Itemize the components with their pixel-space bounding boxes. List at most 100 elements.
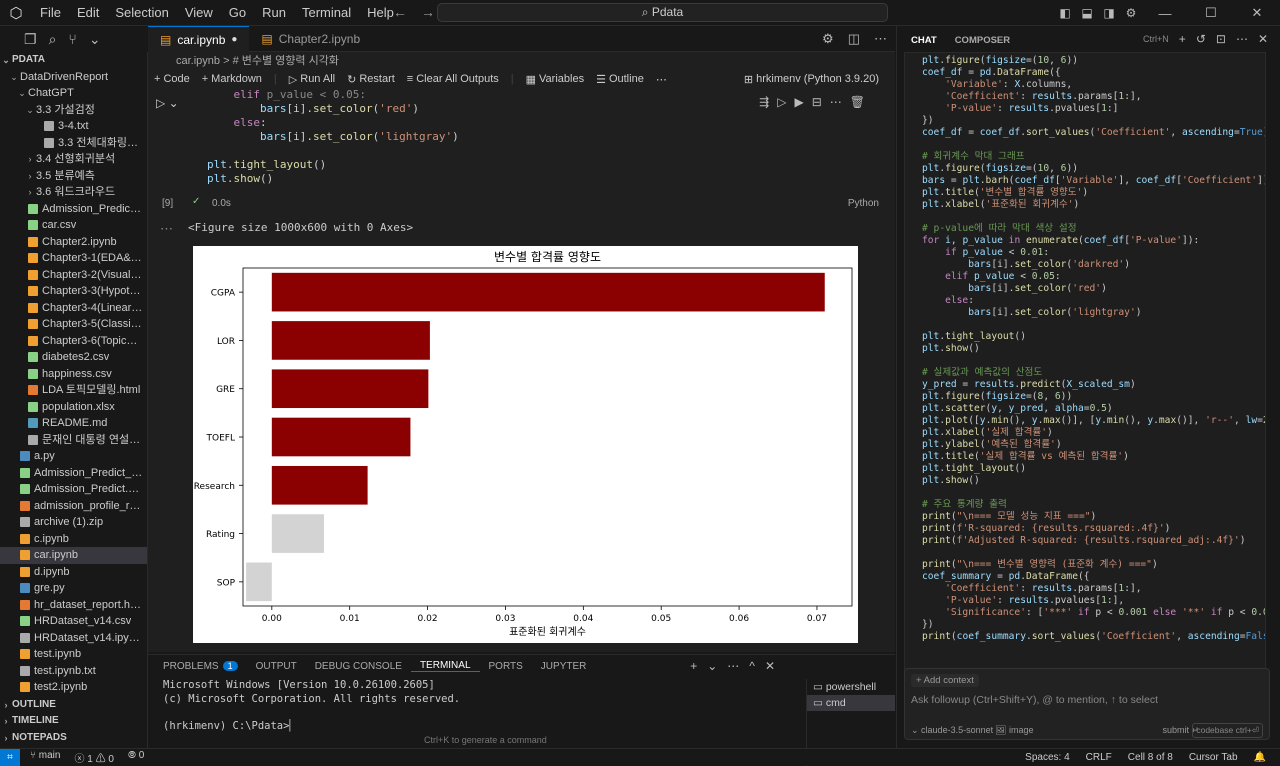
cell-indicator[interactable]: Cell 8 of 8 — [1128, 752, 1173, 763]
tree-file[interactable]: happiness.csv — [0, 366, 147, 383]
panel-tab-terminal[interactable]: TERMINAL — [410, 660, 480, 672]
maximize-panel-icon[interactable]: ^ — [749, 659, 755, 673]
tree-file[interactable]: test2.ipynb — [0, 679, 147, 696]
tree-folder[interactable]: ⌄ ChatGPT — [0, 85, 147, 102]
menu-edit[interactable]: Edit — [69, 0, 107, 26]
tree-folder[interactable]: ⌄ 3.3 가설검정 — [0, 102, 147, 119]
tree-file[interactable]: Admission_Predict_Ver1.1.... — [0, 465, 147, 482]
tree-file[interactable]: Admission_Predict.csv — [0, 201, 147, 218]
tree-file[interactable]: gre.py — [0, 580, 147, 597]
tree-folder[interactable]: › 3.4 선형회귀분석 — [0, 151, 147, 168]
maximize-button[interactable]: ☐ — [1188, 5, 1234, 21]
tree-file[interactable]: Chapter3-5(Classification... — [0, 316, 147, 333]
new-terminal-icon[interactable]: + — [690, 659, 697, 673]
menu-terminal[interactable]: Terminal — [294, 0, 359, 26]
chat-more-icon[interactable]: ⋯ — [1236, 32, 1248, 46]
image-button[interactable]: 🖼 image — [995, 725, 1033, 736]
notifications-bell-icon[interactable]: 🔔 — [1254, 752, 1266, 763]
tree-file[interactable]: d.ipynb — [0, 564, 147, 581]
indentation-indicator[interactable]: Spaces: 4 — [1025, 752, 1069, 763]
more-views-chevron-icon[interactable]: ⌄ — [89, 31, 101, 48]
terminal-output[interactable]: Microsoft Windows [Version 10.0.26100.26… — [163, 679, 460, 733]
split-editor-icon[interactable]: ◫ — [848, 31, 860, 47]
explorer-icon[interactable]: ❐ — [24, 31, 37, 48]
output-menu-icon[interactable]: ⋯ — [160, 221, 173, 237]
tree-file[interactable]: 문재인 대통령 연설문 선... — [0, 432, 147, 449]
panel-tab-output[interactable]: OUTPUT — [247, 661, 306, 672]
tree-file[interactable]: test.ipynb — [0, 646, 147, 663]
explorer-root[interactable]: ⌄ PDATA — [0, 52, 147, 69]
search-view-icon[interactable]: ⌕ — [49, 31, 57, 48]
problems-indicator[interactable]: ⓧ 1 ⚠ 0 — [74, 750, 113, 765]
add-context-button[interactable]: + Add context — [911, 674, 979, 687]
panel-tab-ports[interactable]: PORTS — [480, 661, 532, 672]
cell-language[interactable]: Python — [848, 198, 879, 209]
tree-file[interactable]: 3-4.txt — [0, 118, 147, 135]
source-control-icon[interactable]: ⑂ — [68, 31, 76, 47]
unsaved-dot-icon[interactable]: ● — [231, 34, 237, 45]
add-code-button[interactable]: + Code — [148, 73, 196, 85]
tree-file[interactable]: HRDataset_v14.ipynb.txt — [0, 630, 147, 647]
tree-file[interactable]: car.ipynb — [0, 547, 147, 564]
command-center-search[interactable]: ⌕ Pdata — [437, 3, 888, 22]
breadcrumb[interactable]: car.ipynb > # 변수별 영향력 시각화 — [148, 52, 895, 70]
eol-indicator[interactable]: CRLF — [1086, 752, 1112, 763]
section-notepads[interactable]: › NOTEPADS — [0, 730, 147, 747]
tab-car-ipynb[interactable]: ▤ car.ipynb ● — [148, 26, 250, 52]
terminal-dropdown-icon[interactable]: ⌄ — [707, 659, 717, 673]
restart-button[interactable]: ↻ Restart — [341, 73, 401, 86]
clear-outputs-button[interactable]: ≡ Clear All Outputs — [401, 73, 505, 85]
model-selector[interactable]: ⌄ claude-3.5-sonnet — [911, 725, 993, 736]
expand-icon[interactable]: ⊡ — [1216, 32, 1226, 46]
branch-indicator[interactable]: ⑂ main — [30, 750, 60, 765]
tree-file[interactable]: Chapter3-1(EDA&Descrip... — [0, 250, 147, 267]
panel-tab-problems[interactable]: PROBLEMS 1 — [154, 660, 247, 672]
terminal-instance-powershell[interactable]: ▭ powershell — [807, 679, 895, 695]
menu-run[interactable]: Run — [254, 0, 294, 26]
tree-file[interactable]: population.xlsx — [0, 399, 147, 416]
history-icon[interactable]: ↺ — [1196, 32, 1206, 46]
chat-code-block[interactable]: plt.figure(figsize=(10, 6)) coef_df = pd… — [904, 52, 1266, 677]
outline-button[interactable]: ☰ Outline — [590, 73, 650, 86]
tree-file[interactable]: archive (1).zip — [0, 514, 147, 531]
ports-indicator[interactable]: ⦾ 0 — [128, 750, 144, 765]
tree-file[interactable]: Chapter2.ipynb — [0, 234, 147, 251]
close-button[interactable]: ✕ — [1234, 5, 1280, 21]
chat-input-box[interactable]: + Add context Ask followup (Ctrl+Shift+Y… — [904, 668, 1270, 740]
codebase-button[interactable]: codebase ctrl+⏎ — [1192, 723, 1263, 738]
tree-file[interactable]: c.ipynb — [0, 531, 147, 548]
tree-file[interactable]: admission_profile_report.h... — [0, 498, 147, 515]
tree-folder[interactable]: › 3.5 분류예측 — [0, 168, 147, 185]
run-cell-button[interactable]: ▷ ⌄ — [156, 96, 179, 110]
tree-file[interactable]: diabetes2.csv — [0, 349, 147, 366]
menu-go[interactable]: Go — [221, 0, 254, 26]
cursor-tab-indicator[interactable]: Cursor Tab — [1189, 752, 1238, 763]
tree-file[interactable]: a.py — [0, 448, 147, 465]
chat-input-placeholder[interactable]: Ask followup (Ctrl+Shift+Y), @ to mentio… — [911, 694, 1158, 706]
tree-file[interactable]: car.csv — [0, 217, 147, 234]
code-cell[interactable]: ▷ ⌄ elif p_value < 0.05: bars[i].set_col… — [148, 88, 895, 212]
tree-file[interactable]: Chapter3-6(TopicModeli... — [0, 333, 147, 350]
section-timeline[interactable]: › TIMELINE — [0, 713, 147, 730]
menu-file[interactable]: File — [32, 0, 69, 26]
tab-composer[interactable]: COMPOSER — [955, 35, 1010, 46]
tree-folder[interactable]: › 3.6 워드크라우드 — [0, 184, 147, 201]
notebook-settings-icon[interactable]: ⚙ — [822, 31, 834, 47]
execute-above-icon[interactable]: ▷ — [777, 95, 786, 109]
section-outline[interactable]: › OUTLINE — [0, 697, 147, 714]
back-arrow-icon[interactable]: ← — [393, 4, 407, 20]
tab-chapter2-ipynb[interactable]: ▤ Chapter2.ipynb — [249, 26, 372, 52]
panel-tab-jupyter[interactable]: JUPYTER — [532, 661, 596, 672]
tab-chat[interactable]: CHAT — [911, 35, 937, 46]
delete-cell-icon[interactable]: 🗑 — [850, 95, 865, 109]
execute-below-icon[interactable]: ▶ — [794, 95, 803, 109]
split-cell-icon[interactable]: ⊟ — [812, 95, 822, 109]
variables-button[interactable]: ▦ Variables — [520, 73, 590, 86]
close-panel-icon[interactable]: ✕ — [765, 659, 775, 673]
tree-file[interactable]: HRDataset_v14.csv — [0, 613, 147, 630]
settings-gear-icon[interactable]: ⚙ — [1120, 6, 1142, 20]
tree-file[interactable]: hr_dataset_report.html — [0, 597, 147, 614]
toggle-sidebar-icon[interactable]: ◧ — [1054, 6, 1076, 20]
cell-more-icon[interactable]: ⋯ — [830, 95, 842, 109]
tree-file[interactable]: Chapter3-2(Visualization)... — [0, 267, 147, 284]
